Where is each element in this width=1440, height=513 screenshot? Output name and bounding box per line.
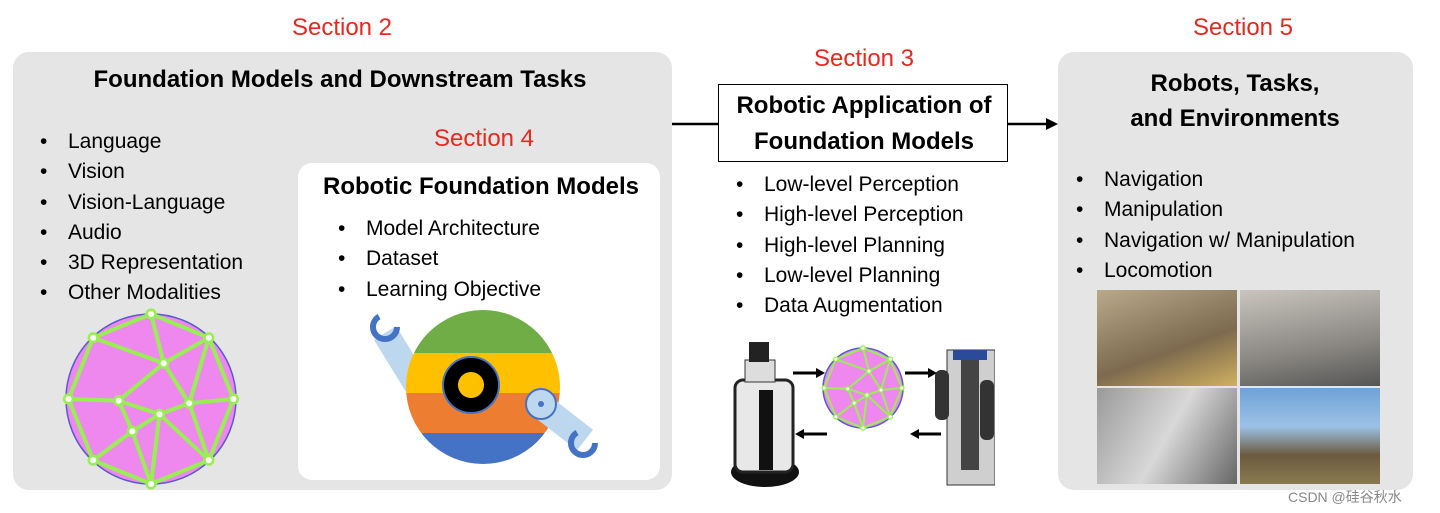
network-node (878, 387, 884, 393)
section3-list: Low-level Perception High-level Percepti… (736, 170, 964, 321)
network-node (203, 454, 215, 466)
section4-title: Robotic Foundation Models (323, 173, 639, 200)
robot-eye-logo-icon (370, 310, 598, 464)
list-item: Locomotion (1076, 256, 1355, 286)
list-item: High-level Planning (736, 231, 964, 261)
section2-title: Foundation Models and Downstream Tasks (93, 66, 587, 93)
network-icon (821, 345, 905, 431)
watermark: CSDN @硅谷秋水 (1288, 489, 1402, 505)
list-item: Learning Objective (338, 275, 541, 305)
list-item: Low-level Planning (736, 261, 964, 291)
network-node (851, 400, 858, 407)
section3-label: Section 3 (813, 45, 915, 72)
network-node (860, 425, 866, 431)
network-node (87, 454, 99, 466)
network-node (227, 393, 240, 405)
network-node (821, 385, 828, 391)
network-node (832, 413, 839, 420)
robot-loop-illustration (731, 342, 995, 487)
list-item: Vision (40, 157, 243, 187)
section5-title-line1: Robots, Tasks, (1150, 70, 1320, 97)
network-node (62, 393, 75, 405)
list-item: Dataset (338, 244, 541, 274)
list-item: High-level Perception (736, 200, 964, 230)
section2-list: Language Vision Vision-Language Audio 3D… (40, 127, 243, 309)
network-icon (62, 308, 240, 490)
network-node (866, 368, 872, 375)
network-node (203, 332, 215, 344)
network-node (898, 385, 905, 391)
section4-label: Section 4 (433, 125, 535, 152)
list-item: Audio (40, 218, 243, 248)
network-node (145, 308, 157, 320)
photo-navigation (1097, 290, 1237, 386)
network-node (887, 356, 894, 363)
network-node (158, 357, 170, 369)
section4-list: Model Architecture Dataset Learning Obje… (338, 214, 541, 305)
section5-label: Section 5 (1192, 14, 1294, 41)
network-node (153, 408, 166, 420)
photo-mobile-manipulation (1097, 388, 1237, 484)
network-node (113, 395, 125, 407)
photo-locomotion (1240, 388, 1380, 484)
network-node (864, 392, 870, 399)
list-item: Navigation (1076, 165, 1355, 195)
hsr-robot-icon (731, 342, 799, 487)
list-item: Navigation w/ Manipulation (1076, 226, 1355, 256)
network-edge (68, 396, 119, 403)
network-edge (824, 386, 848, 390)
section3-title-line1: Robotic Application of (736, 92, 992, 119)
section2-label: Section 2 (291, 14, 393, 41)
network-node (832, 356, 839, 363)
list-item: 3D Representation (40, 248, 243, 278)
network-node (844, 385, 851, 392)
section3-title-line2: Foundation Models (754, 128, 974, 155)
network-node (183, 397, 195, 409)
photo-manipulation (1240, 290, 1380, 386)
network-node (145, 478, 157, 490)
network-node (860, 345, 866, 351)
network-node (87, 332, 99, 344)
network-node (887, 413, 894, 420)
list-item: Model Architecture (338, 214, 541, 244)
list-item: Manipulation (1076, 195, 1355, 225)
list-item: Low-level Perception (736, 170, 964, 200)
list-item: Other Modalities (40, 278, 243, 308)
list-item: Vision-Language (40, 188, 243, 218)
section5-title-line2: and Environments (1130, 105, 1340, 132)
network-node (126, 425, 138, 437)
list-item: Data Augmentation (736, 291, 964, 321)
pr2-robot-icon (935, 349, 995, 486)
list-item: Language (40, 127, 243, 157)
section5-list: Navigation Manipulation Navigation w/ Ma… (1076, 165, 1355, 286)
